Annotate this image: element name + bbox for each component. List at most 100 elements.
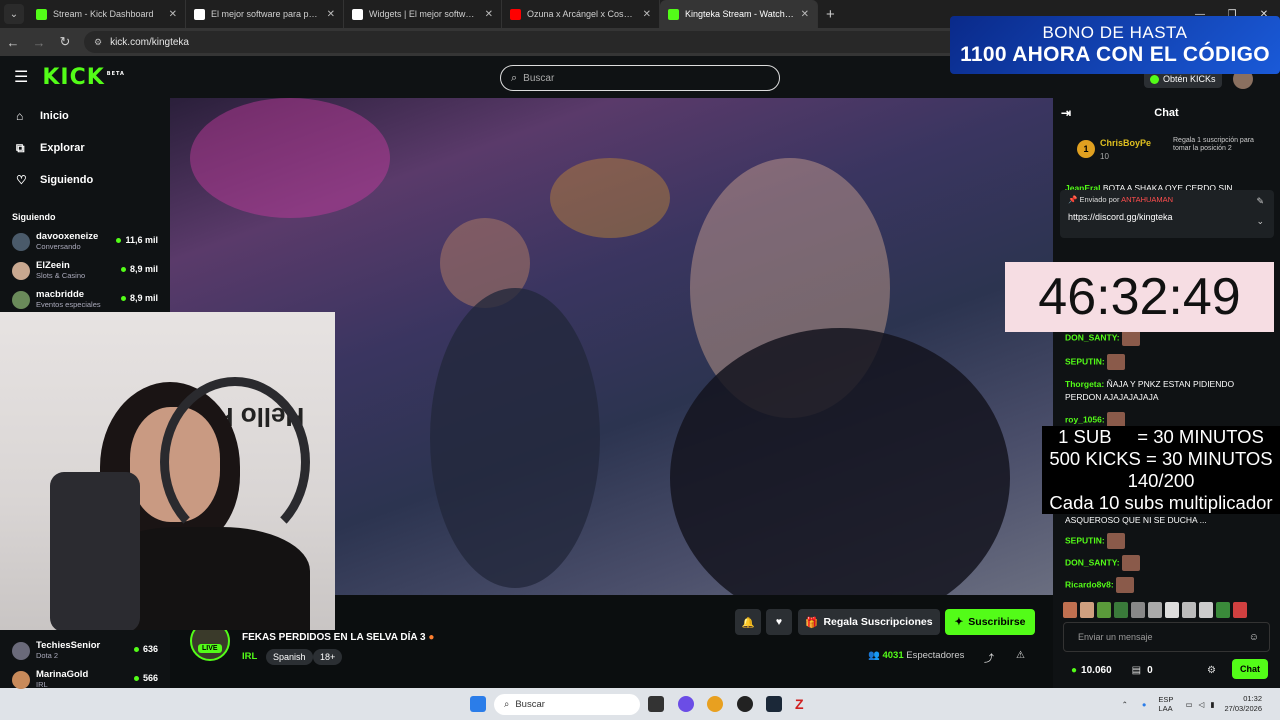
new-tab-button[interactable]: +: [826, 6, 835, 23]
back-icon[interactable]: ←: [0, 35, 26, 50]
follow-button[interactable]: ♥: [766, 609, 792, 635]
emote-icon[interactable]: [1165, 602, 1179, 618]
notification-bell-button[interactable]: 🔔: [735, 609, 761, 635]
browser-tab[interactable]: El mejor software para potencia ✕: [186, 0, 344, 28]
close-tab-icon[interactable]: ✕: [169, 9, 177, 20]
sidebar-item-label: Explorar: [40, 142, 85, 154]
kicks-balance: 10.060: [1081, 664, 1112, 676]
report-icon[interactable]: ⚠: [1016, 650, 1025, 661]
emote-icon[interactable]: [1080, 602, 1094, 618]
channel-avatar: [12, 291, 30, 309]
gift-icon: 🎁: [805, 616, 819, 629]
battery-icon[interactable]: ▮: [1210, 700, 1214, 709]
browser-tab[interactable]: Kingteka Stream - Watch Live o ✕: [660, 0, 818, 28]
unpin-icon[interactable]: ✎: [1256, 196, 1264, 207]
followed-channel[interactable]: macbridde Eventos especiales 8,9 mil: [0, 286, 170, 315]
reload-icon[interactable]: ↻: [52, 34, 78, 50]
collapse-chat-icon[interactable]: ⇥: [1061, 106, 1071, 120]
windows-taskbar: ⌕ Buscar Z ⌃ ● ESP LAA ▭ ◁ ▮ 01:32 27/03/20…: [0, 688, 1280, 720]
share-icon[interactable]: ⤴: [984, 650, 994, 665]
network-icon[interactable]: ▭: [1185, 700, 1192, 709]
browser-tab[interactable]: Ozuna x Arcángel x Cosculluela ✕: [502, 0, 660, 28]
chat-message-input[interactable]: Enviar un mensaje ☺: [1063, 622, 1270, 652]
chrome-icon[interactable]: [707, 696, 723, 712]
taskbar-search[interactable]: ⌕ Buscar: [494, 694, 640, 715]
emoji-icon[interactable]: ☺: [1249, 632, 1259, 643]
tab-search-button[interactable]: ⌄: [4, 4, 24, 24]
sidebar-item-explorar[interactable]: ⧉ Explorar: [0, 132, 170, 164]
channel-avatar: [12, 642, 30, 660]
close-tab-icon[interactable]: ✕: [643, 9, 651, 20]
kick-logo[interactable]: KICK BETA: [42, 65, 125, 90]
chevron-down-icon[interactable]: ⌄: [1256, 216, 1264, 227]
mic-icon[interactable]: ●: [1142, 700, 1147, 709]
chat-settings-icon[interactable]: ⚙: [1207, 665, 1216, 676]
sidebar-more-channels: TechiesSenior Dota 2 636 MarinaGold IRL 566: [0, 630, 170, 689]
followed-channel[interactable]: davooxeneize Conversando 11,6 mil: [0, 228, 170, 257]
leader-name[interactable]: ChrisBoyPe: [1100, 138, 1151, 148]
gift-subs-button[interactable]: 🎁 Regala Suscripciones: [798, 609, 940, 635]
browser-tab[interactable]: Stream - Kick Dashboard ✕: [28, 0, 186, 28]
rank-badge: 1: [1077, 140, 1095, 158]
start-icon[interactable]: [470, 696, 486, 712]
emote-icon[interactable]: [1114, 602, 1128, 618]
emote-icon[interactable]: [1148, 602, 1162, 618]
pinned-user[interactable]: ANTAHUAMAN: [1121, 195, 1173, 204]
volume-icon[interactable]: ◁: [1199, 700, 1205, 709]
followed-channel[interactable]: MarinaGold IRL 566: [0, 666, 170, 695]
emote-icon[interactable]: [1216, 602, 1230, 618]
chat-username[interactable]: Ricardo8v8:: [1065, 579, 1114, 589]
task-view-icon[interactable]: [648, 696, 664, 712]
subscribe-button[interactable]: ✦ Suscribirse: [945, 609, 1035, 635]
chat-username[interactable]: SEPUTIN:: [1065, 356, 1105, 366]
search-input[interactable]: ⌕ Buscar: [500, 65, 780, 91]
obs-icon[interactable]: [737, 696, 753, 712]
sidebar-item-siguiendo[interactable]: ♡ Siguiendo: [0, 164, 170, 196]
tab-title: El mejor software para potencia: [211, 9, 321, 19]
clock[interactable]: 01:32 27/03/2026: [1224, 694, 1262, 714]
menu-icon[interactable]: ☰: [14, 67, 28, 87]
language-indicator[interactable]: ESP LAA: [1158, 695, 1173, 713]
chat-username[interactable]: SEPUTIN:: [1065, 535, 1105, 545]
pinned-link[interactable]: https://discord.gg/kingteka: [1068, 212, 1266, 222]
close-tab-icon[interactable]: ✕: [327, 9, 335, 20]
zotero-icon[interactable]: Z: [795, 696, 811, 712]
gift-icon[interactable]: ▤: [1132, 665, 1141, 676]
pinned-message[interactable]: 📌 Enviado por ANTAHUAMAN https://discord…: [1060, 190, 1274, 238]
stream-category[interactable]: IRL: [242, 651, 257, 662]
tag-age[interactable]: 18+: [313, 649, 343, 665]
chat-title: Chat: [1154, 107, 1179, 119]
emote-icon[interactable]: [1063, 602, 1077, 618]
followed-channel[interactable]: ElZeein Slots & Casino 8,9 mil: [0, 257, 170, 286]
chat-username[interactable]: Thorgeta:: [1065, 379, 1104, 389]
chat-send-button[interactable]: Chat: [1232, 659, 1268, 679]
address-bar[interactable]: ⚙ kick.com/kingteka: [84, 31, 964, 53]
sidebar-item-inicio[interactable]: ⌂ Inicio: [0, 100, 170, 132]
url-text: kick.com/kingteka: [110, 36, 189, 48]
channel-viewers: 566: [134, 673, 158, 683]
promo-banner[interactable]: BONO DE HASTA 1100 AHORA CON EL CÓDIGO: [950, 16, 1280, 74]
forward-icon[interactable]: →: [26, 35, 52, 50]
chat-username[interactable]: DON_SANTY:: [1065, 557, 1120, 567]
browser-tab[interactable]: Widgets | El mejor software par ✕: [344, 0, 502, 28]
tag-language[interactable]: Spanish: [266, 649, 313, 665]
emote-icon[interactable]: [1199, 602, 1213, 618]
emote-icon[interactable]: [1131, 602, 1145, 618]
emote-icon[interactable]: [1097, 602, 1111, 618]
live-badge: LIVE: [198, 644, 222, 653]
close-tab-icon[interactable]: ✕: [801, 9, 809, 20]
emote-icon[interactable]: [1182, 602, 1196, 618]
steam-icon[interactable]: [766, 696, 782, 712]
emote-icon[interactable]: [1233, 602, 1247, 618]
site-info-icon[interactable]: ⚙: [94, 37, 102, 48]
followed-channel[interactable]: TechiesSenior Dota 2 636: [0, 637, 170, 666]
chat-username[interactable]: DON_SANTY:: [1065, 332, 1120, 342]
bell-icon: 🔔: [741, 616, 755, 629]
close-tab-icon[interactable]: ✕: [485, 9, 493, 20]
explore-icon: ⧉: [16, 140, 25, 155]
discord-icon[interactable]: [678, 696, 694, 712]
tab-favicon-icon: [194, 8, 205, 20]
tray-chevron-icon[interactable]: ⌃: [1122, 700, 1128, 709]
heart-icon: ♡: [16, 173, 27, 187]
chat-username[interactable]: roy_1056:: [1065, 414, 1105, 424]
